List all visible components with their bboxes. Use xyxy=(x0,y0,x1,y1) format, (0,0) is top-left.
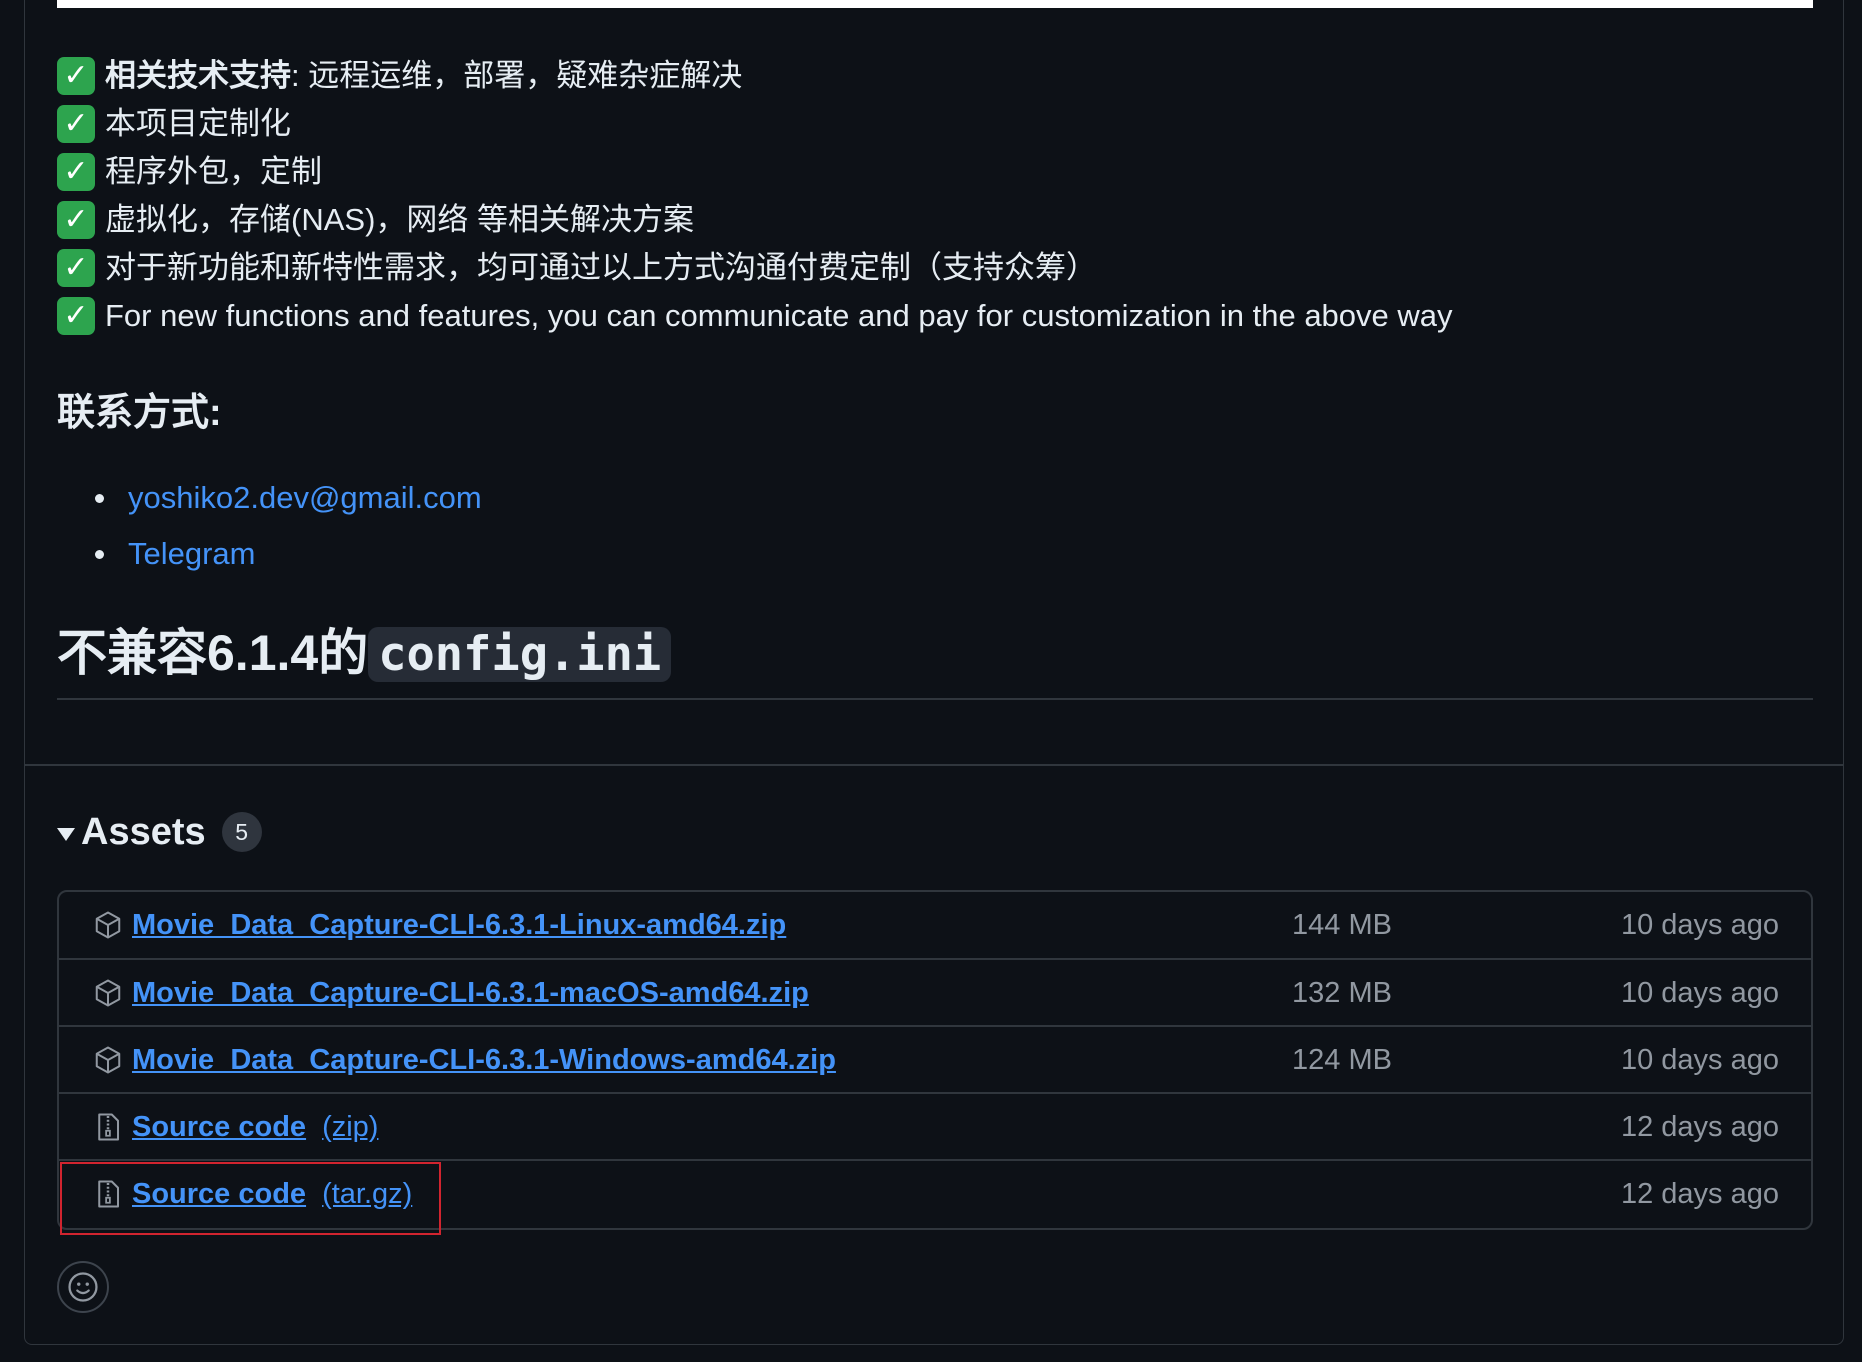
feature-text: 对于新功能和新特性需求，均可通过以上方式沟通付费定制（支持众筹） xyxy=(105,250,1097,285)
feature-text: 本项目定制化 xyxy=(105,106,291,141)
feature-label: 相关技术支持 xyxy=(105,58,291,93)
assets-title: Assets xyxy=(81,810,206,853)
feature-text: For new functions and features, you can … xyxy=(105,298,1453,333)
feature-line: ✓ 对于新功能和新特性需求，均可通过以上方式沟通付费定制（支持众筹） xyxy=(57,244,1813,292)
contact-list: yoshiko2.dev@gmail.com Telegram xyxy=(57,470,482,582)
asset-size: 144 MB xyxy=(1292,909,1392,941)
list-item: yoshiko2.dev@gmail.com xyxy=(57,470,482,526)
config-code-chip: config.ini xyxy=(368,627,672,682)
add-reaction-button[interactable] xyxy=(57,1261,109,1313)
asset-row: Source code (zip) 12 days ago xyxy=(59,1092,1811,1159)
check-mark-icon: ✓ xyxy=(57,249,95,287)
assets-toggle[interactable]: Assets 5 xyxy=(57,804,262,860)
assets-count-badge: 5 xyxy=(221,812,262,852)
file-zip-icon xyxy=(98,1113,119,1141)
asset-date: 10 days ago xyxy=(1620,909,1779,941)
asset-download-link[interactable]: Movie_Data_Capture-CLI-6.3.1-Linux-amd64… xyxy=(132,892,786,958)
email-link[interactable]: yoshiko2.dev@gmail.com xyxy=(128,480,482,516)
telegram-link[interactable]: Telegram xyxy=(128,536,256,572)
asset-date: 12 days ago xyxy=(1620,1111,1779,1143)
asset-download-link[interactable]: Movie_Data_Capture-CLI-6.3.1-Windows-amd… xyxy=(132,1027,836,1093)
top-white-bar xyxy=(57,0,1813,8)
check-mark-icon: ✓ xyxy=(57,297,95,335)
feature-line: ✓ 相关技术支持 : 远程运维，部署，疑难杂症解决 xyxy=(57,52,1813,100)
compat-heading-text: 不兼容6.1.4的 xyxy=(57,625,369,681)
check-mark-icon: ✓ xyxy=(57,201,95,239)
list-item: Telegram xyxy=(57,526,482,582)
asset-link-text: Source code xyxy=(132,1111,307,1143)
smiley-icon xyxy=(68,1272,98,1302)
asset-download-link[interactable]: Movie_Data_Capture-CLI-6.3.1-macOS-amd64… xyxy=(132,960,809,1026)
asset-row: Movie_Data_Capture-CLI-6.3.1-Windows-amd… xyxy=(59,1025,1811,1092)
package-icon xyxy=(95,1046,121,1074)
asset-size: 132 MB xyxy=(1292,977,1392,1009)
triangle-down-icon xyxy=(57,827,75,841)
highlight-annotation-box xyxy=(60,1162,441,1235)
release-notes-body: ✓ 相关技术支持 : 远程运维，部署，疑难杂症解决 ✓ 本项目定制化 ✓ 程序外… xyxy=(57,52,1813,340)
feature-text: : 远程运维，部署，疑难杂症解决 xyxy=(291,58,743,93)
check-mark-icon: ✓ xyxy=(57,57,95,95)
feature-line: ✓ For new functions and features, you ca… xyxy=(57,292,1813,340)
asset-size: 124 MB xyxy=(1292,1044,1392,1076)
asset-row: Movie_Data_Capture-CLI-6.3.1-macOS-amd64… xyxy=(59,958,1811,1025)
bullet-dot xyxy=(95,549,104,559)
package-icon xyxy=(95,979,121,1007)
check-mark-icon: ✓ xyxy=(57,153,95,191)
feature-line: ✓ 本项目定制化 xyxy=(57,100,1813,148)
contact-heading: 联系方式: xyxy=(57,392,222,434)
asset-suffix: (zip) xyxy=(322,1111,379,1143)
package-icon xyxy=(95,911,121,939)
source-code-zip-link[interactable]: Source code (zip) xyxy=(132,1094,378,1160)
asset-date: 10 days ago xyxy=(1620,1044,1779,1076)
feature-line: ✓ 虚拟化，存储(NAS)，网络 等相关解决方案 xyxy=(57,196,1813,244)
heading-divider xyxy=(57,698,1813,700)
section-divider xyxy=(24,764,1844,766)
feature-text: 虚拟化，存储(NAS)，网络 等相关解决方案 xyxy=(105,202,694,237)
asset-row: Movie_Data_Capture-CLI-6.3.1-Linux-amd64… xyxy=(59,892,1811,958)
asset-date: 12 days ago xyxy=(1620,1178,1779,1210)
bullet-dot xyxy=(95,493,104,503)
feature-line: ✓ 程序外包，定制 xyxy=(57,148,1813,196)
check-mark-icon: ✓ xyxy=(57,105,95,143)
asset-date: 10 days ago xyxy=(1620,977,1779,1009)
feature-text: 程序外包，定制 xyxy=(105,154,322,189)
compat-heading: 不兼容6.1.4的 config.ini xyxy=(57,620,672,688)
